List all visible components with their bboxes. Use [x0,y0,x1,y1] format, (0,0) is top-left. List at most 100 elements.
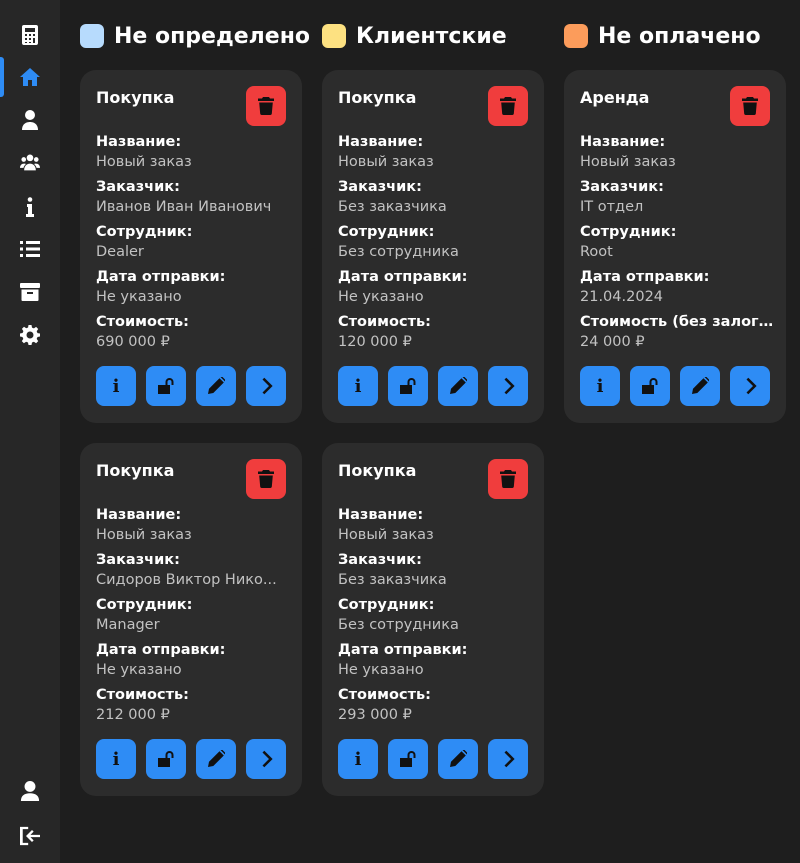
card-fields: Название: Новый заказ Заказчик: Без зака… [338,505,532,730]
field-name: Название: Новый заказ [338,132,532,177]
chevron-right-icon [262,750,273,768]
card-title: Аренда [580,88,650,107]
field-label: Дата отправки: [338,269,468,285]
legend-label: Не определено [114,23,311,49]
trash-icon [500,470,516,488]
sidebar-item-calculator[interactable] [0,15,60,55]
unlock-button[interactable] [146,739,186,779]
sidebar-item-list[interactable] [0,229,60,269]
field-value: Не указано [96,289,182,305]
delete-button[interactable] [246,459,286,499]
field-employee: Сотрудник: Root [580,222,774,267]
field-customer: Заказчик: Без заказчика [338,177,532,222]
field-label: Название: [338,507,424,523]
open-button[interactable] [246,366,286,406]
field-name: Название: Новый заказ [96,505,290,550]
info-icon [26,197,34,217]
delete-button[interactable] [730,86,770,126]
sidebar-item-settings[interactable] [0,315,60,355]
chevron-right-icon [504,750,515,768]
sidebar [0,0,60,863]
unlock-icon [158,378,174,394]
unlock-button[interactable] [388,739,428,779]
field-cost: Стоимость: 212 000 ₽ [96,685,290,730]
trash-icon [258,470,274,488]
field-label: Заказчик: [96,552,180,568]
app: Не определено Клиентские Не оплачено Пок… [0,0,800,863]
card-actions: i [96,739,286,779]
sidebar-item-user[interactable] [0,100,60,140]
field-value: Без заказчика [338,199,447,215]
field-value: Root [580,244,613,260]
field-label: Дата отправки: [338,642,468,658]
edit-button[interactable] [438,366,478,406]
delete-button[interactable] [488,459,528,499]
field-ship-date: Дата отправки: Не указано [338,267,532,312]
field-value: Новый заказ [580,154,676,170]
open-button[interactable] [488,366,528,406]
sidebar-item-home[interactable] [0,57,60,97]
field-cost: Стоимость: 690 000 ₽ [96,312,290,357]
info-icon: i [354,748,362,770]
unlock-button[interactable] [388,366,428,406]
field-value: Без сотрудника [338,617,459,633]
field-label: Стоимость: [338,314,431,330]
field-value: Не указано [96,662,182,678]
field-label: Дата отправки: [96,269,226,285]
info-button[interactable]: i [580,366,620,406]
legend-item-unpaid: Не оплачено [564,21,761,51]
sidebar-item-logout[interactable] [0,816,60,856]
field-value: Сидоров Виктор Нико... [96,572,277,588]
field-customer: Заказчик: Без заказчика [338,550,532,595]
field-label: Название: [96,507,182,523]
chevron-right-icon [262,377,273,395]
delete-button[interactable] [488,86,528,126]
info-icon: i [112,748,120,770]
order-card: Покупка Название: Новый заказ Заказчик: … [322,70,544,423]
field-value: 120 000 ₽ [338,334,412,350]
field-value: Новый заказ [96,527,192,543]
legend-item-undefined: Не определено [80,21,310,51]
legend-swatch [322,24,346,48]
card-title: Покупка [338,461,417,480]
unlock-button[interactable] [630,366,670,406]
card-actions: i [338,366,528,406]
edit-button[interactable] [438,739,478,779]
open-button[interactable] [246,739,286,779]
edit-button[interactable] [680,366,720,406]
card-actions: i [96,366,286,406]
trash-icon [258,97,274,115]
edit-button[interactable] [196,739,236,779]
field-value: 212 000 ₽ [96,707,170,723]
unlock-button[interactable] [146,366,186,406]
card-fields: Название: Новый заказ Заказчик: Без зака… [338,132,532,357]
legend-label: Не оплачено [598,23,761,49]
legend-label: Клиентские [356,23,507,49]
field-name: Название: Новый заказ [580,132,774,177]
open-button[interactable] [488,739,528,779]
field-label: Сотрудник: [338,224,435,240]
sidebar-item-archive[interactable] [0,272,60,312]
field-label: Сотрудник: [580,224,677,240]
field-employee: Сотрудник: Dealer [96,222,290,267]
field-value: Manager [96,617,160,633]
info-button[interactable]: i [338,739,378,779]
users-icon [20,154,40,171]
info-icon: i [112,375,120,397]
sidebar-item-info[interactable] [0,187,60,227]
info-button[interactable]: i [96,366,136,406]
field-employee: Сотрудник: Без сотрудника [338,222,532,267]
profile-icon [20,781,40,801]
legend-swatch [80,24,104,48]
info-button[interactable]: i [338,366,378,406]
info-button[interactable]: i [96,739,136,779]
edit-button[interactable] [196,366,236,406]
unlock-icon [400,751,416,767]
field-label: Заказчик: [338,552,422,568]
sidebar-item-profile[interactable] [0,771,60,811]
pencil-icon [208,750,225,767]
field-label: Стоимость: [338,687,431,703]
sidebar-item-users[interactable] [0,142,60,182]
open-button[interactable] [730,366,770,406]
delete-button[interactable] [246,86,286,126]
